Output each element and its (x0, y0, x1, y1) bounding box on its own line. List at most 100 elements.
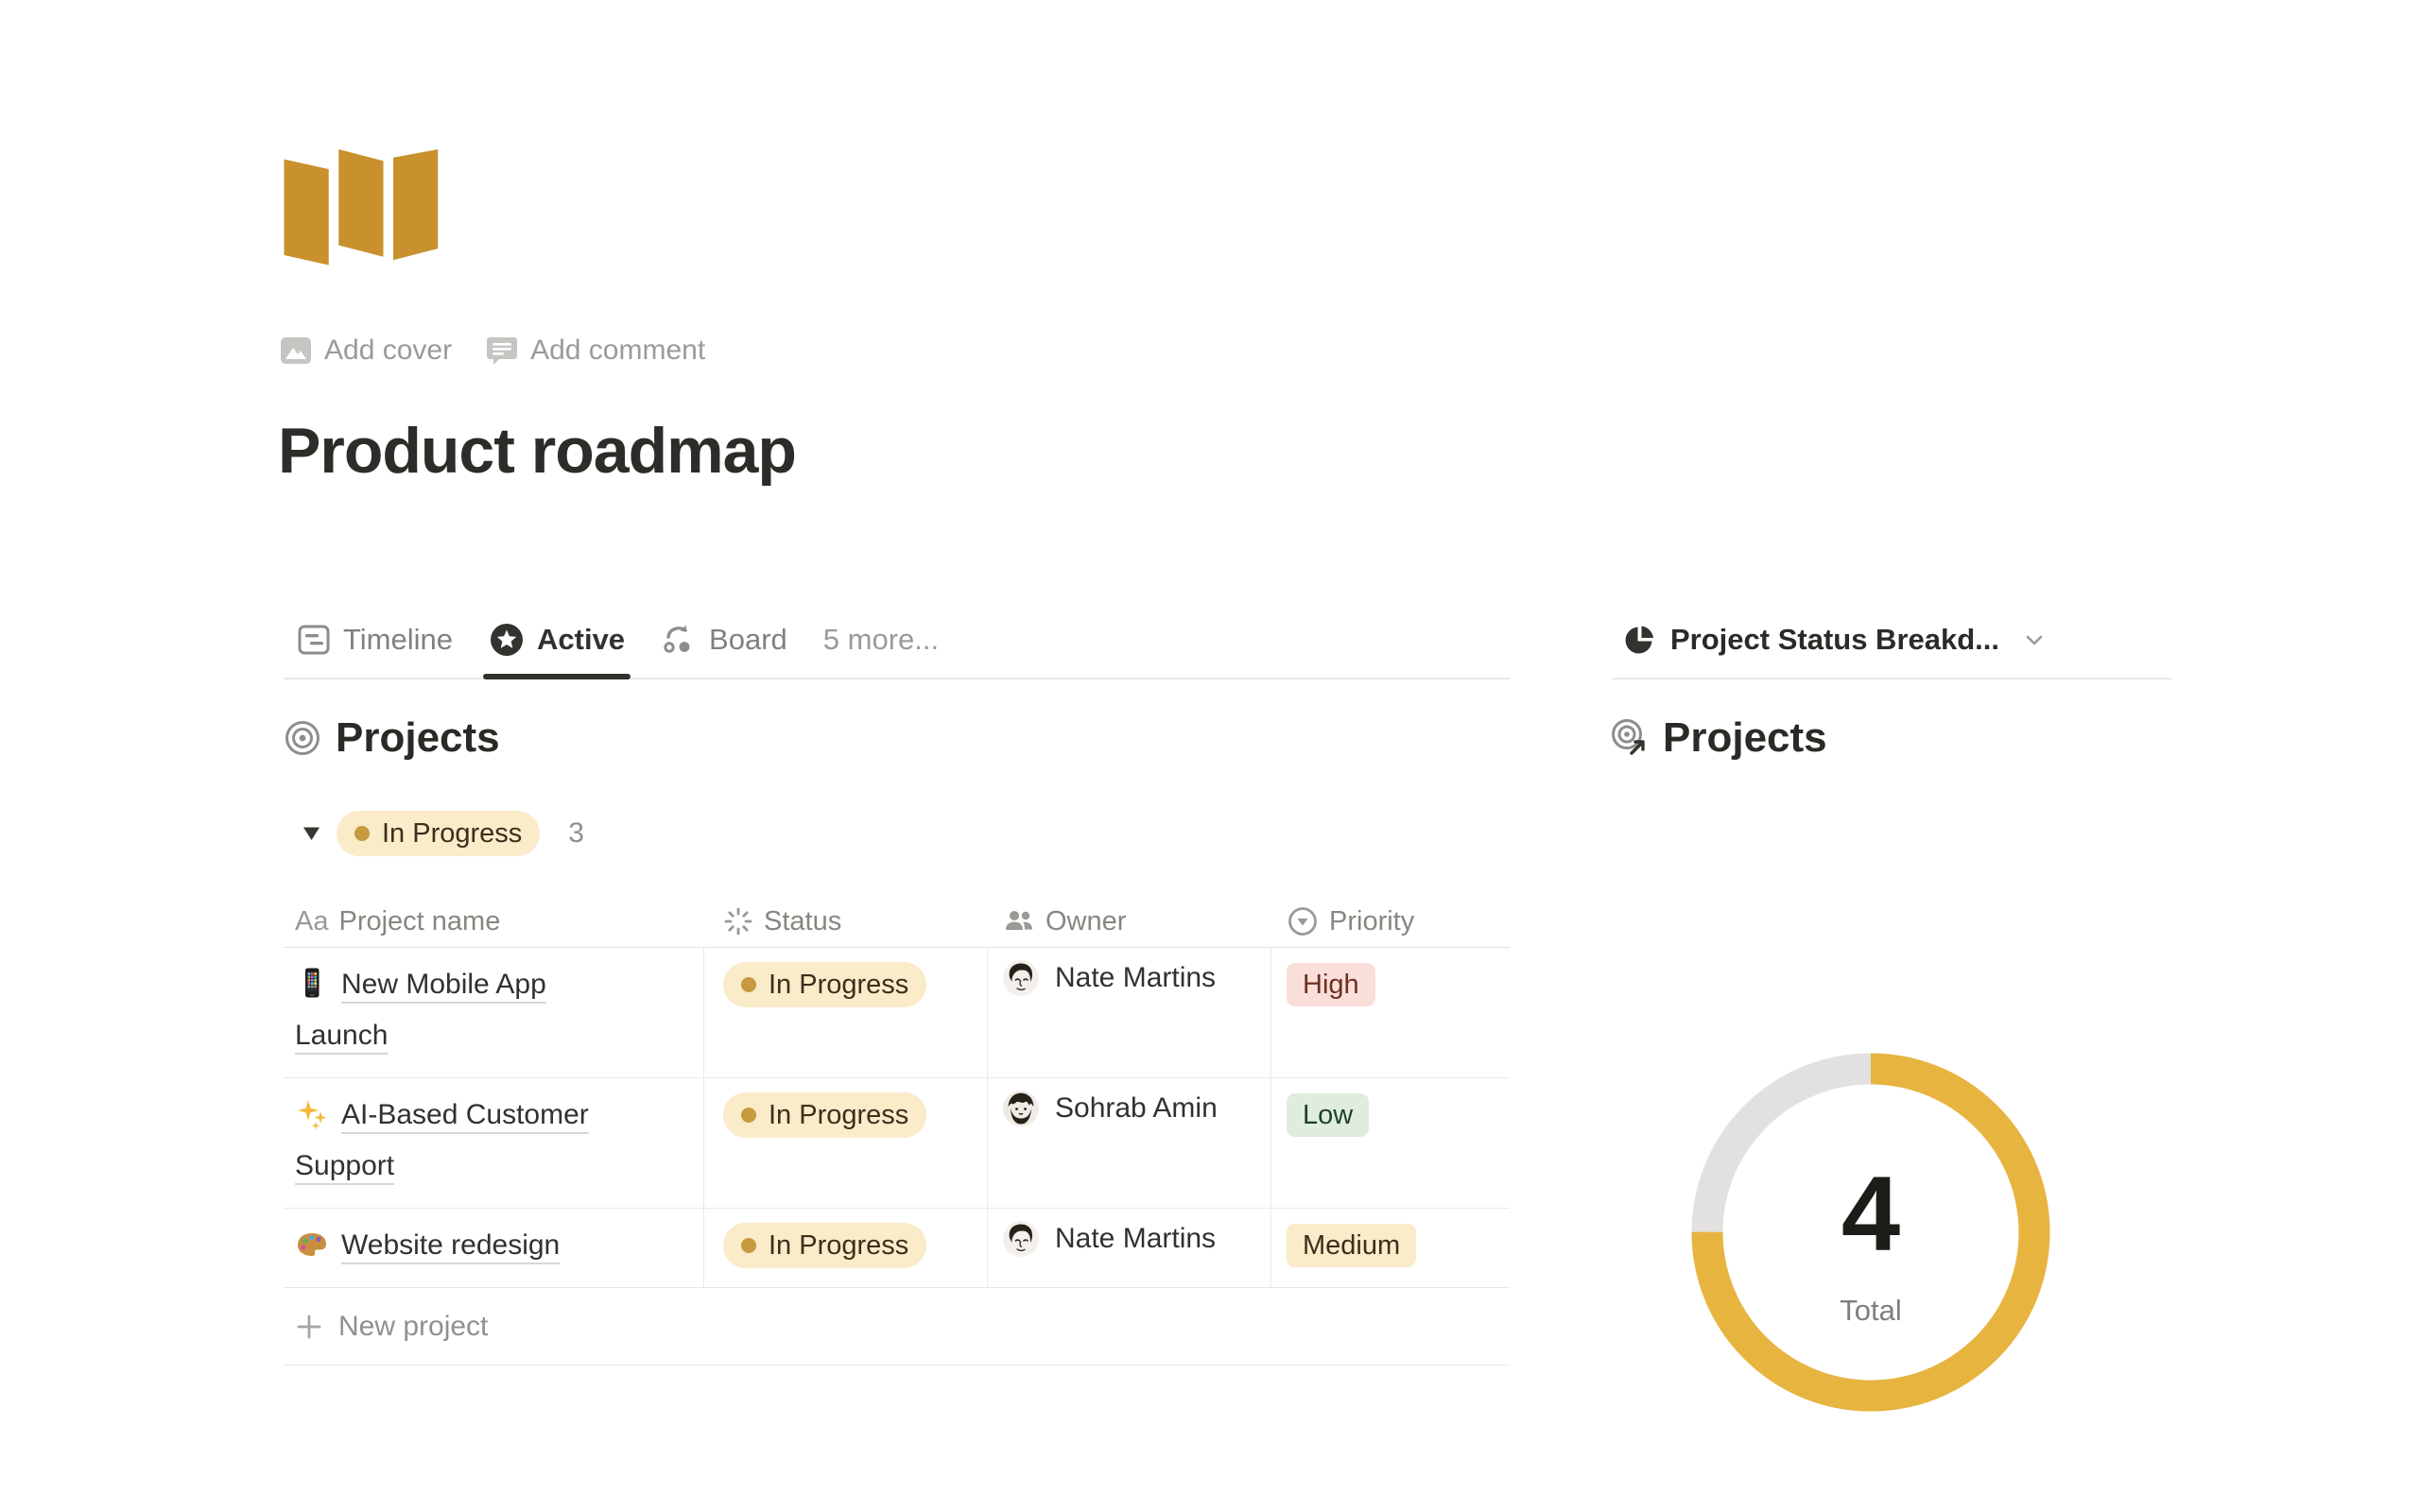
view-tabbar: Timeline Active Board 5 more... (284, 602, 1510, 679)
project-link[interactable]: Website redesign (295, 1229, 560, 1261)
status-pill[interactable]: In Progress (723, 1092, 926, 1138)
triangle-down-icon (302, 826, 320, 841)
add-comment-button[interactable]: Add comment (486, 335, 705, 367)
target-icon (284, 719, 321, 757)
cell-priority: High (1271, 948, 1510, 1077)
cell-owner: Nate Martins (988, 948, 1271, 1077)
owner-name: Nate Martins (1055, 1223, 1216, 1255)
cell-priority: Medium (1271, 1209, 1510, 1287)
chart-view-tabbar: Project Status Breakd... (1613, 602, 2171, 679)
status-dot (354, 826, 370, 841)
target-arrow-icon (1609, 717, 1649, 759)
table-row: New Mobile App Launch In Progress Nate M… (284, 948, 1510, 1078)
owner-name: Nate Martins (1055, 962, 1216, 994)
status-label: In Progress (769, 1100, 908, 1131)
status-pill[interactable]: In Progress (723, 962, 926, 1007)
mobile-phone-icon (295, 966, 329, 1000)
people-icon (1003, 905, 1035, 937)
cell-status: In Progress (704, 948, 988, 1077)
donut-svg (1661, 1022, 2081, 1442)
plus-icon (295, 1313, 323, 1341)
project-name-text: Website redesign (341, 1229, 560, 1261)
board-icon (661, 622, 697, 658)
cell-project-name: New Mobile App Launch (284, 948, 704, 1077)
view-selector[interactable]: Project Status Breakd... (1613, 623, 2057, 657)
owner-chip[interactable]: Sohrab Amin (1003, 1091, 1270, 1126)
add-comment-label: Add comment (530, 335, 705, 367)
status-pill[interactable]: In Progress (723, 1223, 926, 1268)
priority-pill-medium[interactable]: Medium (1287, 1224, 1416, 1267)
priority-pill-low[interactable]: Low (1287, 1093, 1369, 1137)
owner-name: Sohrab Amin (1055, 1092, 1218, 1125)
project-link[interactable]: New Mobile App Launch (295, 969, 546, 1051)
image-icon (280, 335, 312, 367)
table-row: AI-Based Customer Support In Progress So… (284, 1078, 1510, 1209)
cell-owner: Sohrab Amin (988, 1078, 1271, 1208)
table-row: Website redesign In Progress Nate Martin… (284, 1209, 1510, 1288)
projects-heading-label: Projects (336, 714, 500, 762)
column-header-priority[interactable]: Priority (1271, 905, 1510, 937)
table-header-row: Aa Project name Status Owner (284, 896, 1510, 948)
new-project-button[interactable]: New project (284, 1288, 1510, 1366)
project-link[interactable]: AI-Based Customer Support (295, 1099, 589, 1181)
owner-chip[interactable]: Nate Martins (1003, 960, 1270, 996)
chevron-down-icon (2021, 627, 2048, 653)
timeline-icon (297, 623, 331, 657)
column-header-name-label: Project name (338, 906, 500, 937)
tab-active[interactable]: Active (475, 602, 638, 678)
sparkles-icon (295, 1096, 329, 1130)
page-title[interactable]: Product roadmap (278, 414, 796, 488)
cell-project-name: AI-Based Customer Support (284, 1078, 704, 1208)
status-dot (741, 977, 756, 992)
project-name-text: New Mobile App Launch (295, 969, 546, 1051)
star-circle-icon (489, 622, 525, 658)
avatar (1003, 1221, 1039, 1257)
status-label: In Progress (769, 970, 908, 1001)
status-dot (741, 1238, 756, 1253)
view-selector-label: Project Status Breakd... (1670, 623, 1999, 657)
cell-status: In Progress (704, 1209, 988, 1287)
cell-priority: Low (1271, 1078, 1510, 1208)
owner-chip[interactable]: Nate Martins (1003, 1221, 1270, 1257)
cell-owner: Nate Martins (988, 1209, 1271, 1287)
group-status-pill[interactable]: In Progress (337, 811, 540, 856)
palette-icon (295, 1227, 329, 1261)
group-header-in-progress: In Progress 3 (301, 809, 584, 858)
tab-more-label: 5 more... (823, 623, 939, 657)
avatar (1003, 1091, 1039, 1126)
group-count: 3 (568, 817, 584, 850)
column-header-owner-label: Owner (1046, 906, 1126, 937)
status-donut-chart (1661, 1022, 2081, 1442)
status-spinner-icon (723, 906, 753, 936)
status-label: In Progress (769, 1230, 908, 1262)
column-header-project-name[interactable]: Aa Project name (284, 906, 704, 937)
projects-section-heading: Projects (284, 709, 500, 767)
cell-project-name: Website redesign (284, 1209, 704, 1287)
avatar (1003, 960, 1039, 996)
column-header-status[interactable]: Status (704, 906, 988, 937)
tab-active-label: Active (537, 623, 625, 657)
tab-board[interactable]: Board (648, 602, 801, 678)
priority-pill-high[interactable]: High (1287, 963, 1375, 1006)
column-header-priority-label: Priority (1329, 906, 1414, 937)
pie-chart-icon (1622, 623, 1656, 657)
page-icon-map[interactable] (284, 149, 450, 273)
comment-icon (486, 335, 518, 367)
column-header-owner[interactable]: Owner (988, 905, 1271, 937)
new-project-label: New project (338, 1311, 488, 1343)
column-header-status-label: Status (764, 906, 841, 937)
projects-table: Aa Project name Status Owner (284, 896, 1510, 1366)
map-icon (284, 149, 450, 268)
group-status-label: In Progress (382, 818, 522, 850)
add-cover-button[interactable]: Add cover (280, 335, 452, 367)
tab-more[interactable]: 5 more... (810, 602, 952, 678)
linked-projects-heading[interactable]: Projects (1609, 709, 1827, 767)
tab-board-label: Board (709, 623, 787, 657)
tab-timeline[interactable]: Timeline (284, 602, 466, 678)
page-actions: Add cover Add comment (280, 331, 705, 370)
cell-status: In Progress (704, 1078, 988, 1208)
status-dot (741, 1108, 756, 1123)
text-property-icon: Aa (295, 906, 328, 937)
tab-timeline-label: Timeline (343, 623, 453, 657)
group-toggle[interactable] (301, 826, 321, 841)
